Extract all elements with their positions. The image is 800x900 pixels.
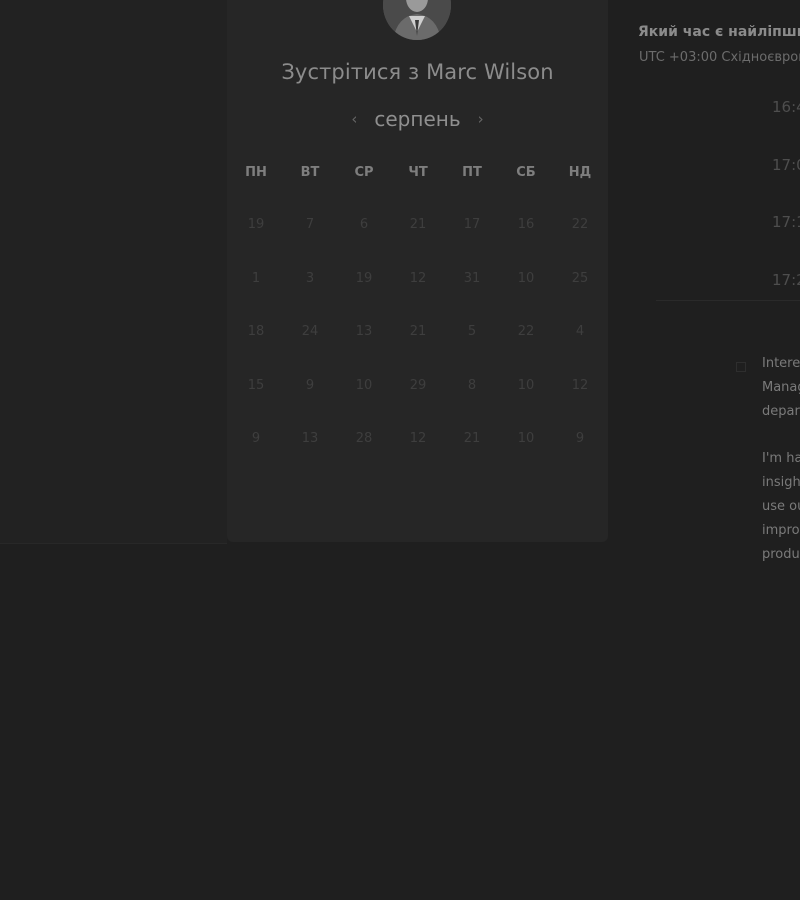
divider bbox=[656, 300, 800, 301]
month-navigator: ‹ серпень › bbox=[227, 106, 608, 132]
backdrop-panel bbox=[0, 0, 227, 544]
calendar-day: 10 bbox=[355, 377, 373, 393]
weekday-label: СР bbox=[354, 165, 374, 180]
weekday-label: СБ bbox=[516, 165, 536, 180]
weekday-label: НД bbox=[568, 165, 592, 180]
calendar-day: 8 bbox=[467, 377, 477, 393]
chevron-right-icon[interactable]: › bbox=[473, 108, 489, 130]
calendar-day: 21 bbox=[409, 324, 427, 339]
calendar-day: 10 bbox=[517, 431, 535, 446]
calendar-day: 1 bbox=[251, 270, 261, 286]
calendar-day: 13 bbox=[355, 324, 373, 339]
chevron-left-icon[interactable]: ‹ bbox=[346, 108, 362, 130]
calendar-day: 5 bbox=[467, 324, 477, 339]
calendar-day: 25 bbox=[571, 270, 589, 286]
description-line: I'm hap bbox=[762, 451, 800, 466]
calendar-day: 9 bbox=[305, 377, 315, 393]
weekday-label: ЧТ bbox=[408, 165, 428, 180]
calendar-day: 10 bbox=[517, 270, 535, 286]
time-slot[interactable]: 17:1 bbox=[772, 213, 800, 231]
time-picker-panel: Який час є найліпшим UTC +03:00 Східноєв… bbox=[608, 0, 800, 900]
calendar-day: 12 bbox=[409, 431, 427, 446]
calendar-day: 24 bbox=[301, 324, 319, 339]
calendar-day: 3 bbox=[305, 270, 315, 286]
description-line: use ou bbox=[762, 499, 800, 514]
time-question: Який час є найліпшим bbox=[638, 24, 800, 40]
description-paragraph: Interes Manag depart bbox=[762, 352, 800, 424]
bullet-icon bbox=[736, 362, 746, 372]
description-line: improv bbox=[762, 523, 800, 538]
scheduler-card: Зустрітися з Marc Wilson ‹ серпень › ПН … bbox=[227, 0, 608, 542]
page: Зустрітися з Marc Wilson ‹ серпень › ПН … bbox=[0, 0, 800, 900]
calendar-day: 17 bbox=[463, 217, 481, 232]
calendar-day: 22 bbox=[517, 324, 535, 339]
calendar-day: 6 bbox=[359, 217, 369, 232]
calendar-day: 28 bbox=[355, 431, 373, 446]
calendar-day: 31 bbox=[463, 270, 481, 286]
weekday-label: ПТ bbox=[462, 165, 482, 180]
calendar-day: 21 bbox=[409, 217, 427, 232]
description-line: Interes bbox=[762, 356, 800, 371]
description-line: Manag bbox=[762, 380, 800, 395]
host-photo bbox=[383, 0, 451, 40]
calendar-day: 9 bbox=[575, 431, 585, 446]
avatar bbox=[383, 0, 451, 40]
description-line: insight bbox=[762, 475, 800, 490]
calendar-day: 29 bbox=[409, 377, 427, 393]
calendar-grid: 19 7 6 21 17 16 22 1 3 19 12 31 10 25 18… bbox=[229, 212, 607, 480]
timezone-label[interactable]: UTC +03:00 Східноєвроп bbox=[639, 50, 800, 65]
description-paragraph: I'm hap insight use ou improv produc bbox=[762, 447, 800, 567]
calendar-day: 7 bbox=[305, 217, 315, 232]
weekday-header: ПН ВТ СР ЧТ ПТ СБ НД bbox=[229, 165, 607, 180]
calendar-day: 9 bbox=[251, 431, 261, 446]
calendar-day: 16 bbox=[517, 217, 535, 232]
calendar-day: 22 bbox=[571, 217, 589, 232]
calendar-day: 19 bbox=[247, 217, 265, 232]
calendar-day: 13 bbox=[301, 431, 319, 446]
calendar-day: 21 bbox=[463, 431, 481, 446]
time-slot[interactable]: 17:0 bbox=[772, 156, 800, 174]
weekday-label: ПН bbox=[245, 165, 267, 180]
weekday-label: ВТ bbox=[300, 165, 320, 180]
description-line: depart bbox=[762, 404, 800, 419]
calendar-day: 18 bbox=[247, 324, 265, 339]
page-title: Зустрітися з Marc Wilson bbox=[281, 60, 554, 84]
time-slot[interactable]: 17:2 bbox=[772, 271, 800, 289]
calendar-day: 12 bbox=[571, 377, 589, 393]
month-label: серпень bbox=[374, 107, 461, 131]
calendar-day: 19 bbox=[355, 270, 373, 286]
time-slot[interactable]: 16:4 bbox=[772, 98, 800, 116]
calendar-day: 15 bbox=[247, 377, 265, 393]
calendar-day: 10 bbox=[517, 377, 535, 393]
calendar-day: 4 bbox=[575, 324, 585, 339]
calendar-day: 12 bbox=[409, 270, 427, 286]
description-line: produc bbox=[762, 547, 800, 562]
